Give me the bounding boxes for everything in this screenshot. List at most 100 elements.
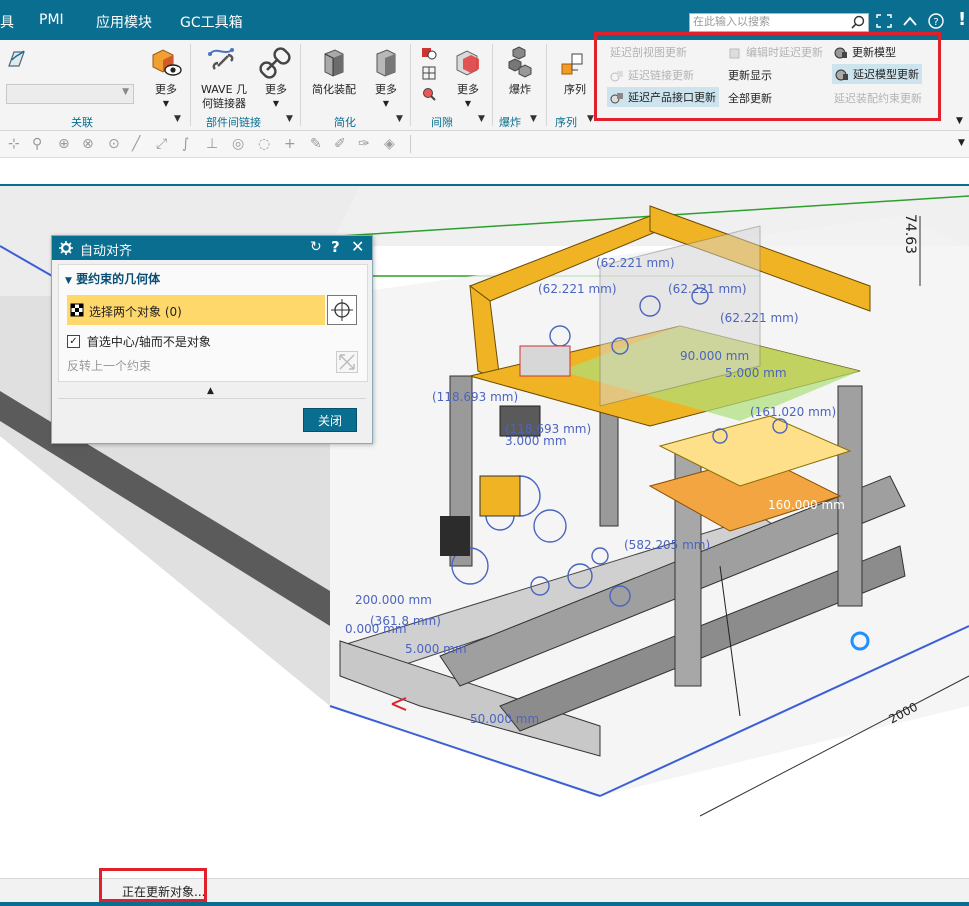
clearance-search-icon[interactable] [421, 87, 437, 101]
dialog-title: 自动对齐 [80, 244, 133, 259]
snap-circle-icon[interactable]: ◌ [258, 136, 270, 152]
group-expand-icon[interactable]: ▼ [174, 114, 181, 124]
section-title: 要约束的几何体 [76, 272, 161, 286]
dimension-label: (582.205 mm) [624, 538, 711, 552]
close-icon[interactable]: ✕ [351, 237, 364, 256]
snap-tag-icon[interactable]: ✐ [334, 136, 346, 152]
gear-icon[interactable] [59, 241, 73, 255]
snap-center-icon[interactable]: ⊕ [58, 136, 70, 152]
menu-tab-tools[interactable]: 具 [0, 12, 14, 32]
menu-tab-pmi[interactable]: PMI [39, 12, 64, 28]
chevron-down-icon[interactable]: ▼ [958, 138, 965, 148]
snap-pen-icon[interactable]: ✎ [310, 136, 322, 152]
dimension-label: (62.221 mm) [596, 256, 675, 270]
crosshair-select-button[interactable] [327, 295, 357, 325]
more-label: 更多 [265, 83, 287, 96]
bottom-bar [0, 902, 969, 906]
snap-point-icon[interactable]: ⊹ [8, 136, 20, 152]
geometry-section: ▼ 要约束的几何体 选择两个对象 (0) ✓ 首选中心/轴而不是对象 反转上一个… [58, 264, 368, 382]
chevron-down-icon[interactable]: ▼ [956, 116, 963, 126]
menu-tab-applications[interactable]: 应用模块 [96, 12, 152, 32]
help-icon[interactable]: ? [331, 238, 340, 256]
group-separator [410, 44, 411, 126]
dimension-label: 5.000 mm [725, 366, 787, 380]
dimension-label: 0.000 mm [345, 622, 407, 636]
sequence-icon [561, 53, 583, 75]
snap-line-icon[interactable]: ╱ [132, 136, 140, 152]
search-icon[interactable] [851, 15, 865, 29]
more-label: 更多 [375, 83, 397, 96]
select-objects-row[interactable]: 选择两个对象 (0) [67, 295, 325, 325]
chevron-down-icon: ▼ [122, 87, 129, 97]
simplify-assembly-button[interactable]: 简化装配 [308, 46, 360, 97]
snap-perpendicular-icon[interactable]: ⊥ [206, 136, 218, 152]
snap-quadrant-icon[interactable]: ⊗ [82, 136, 94, 152]
snap-curve-icon[interactable]: ∫ [182, 136, 189, 152]
snap-endpoint-icon[interactable]: ⊙ [108, 136, 120, 152]
prefer-center-checkbox-row[interactable]: ✓ 首选中心/轴而不是对象 [67, 333, 211, 350]
checkbox-label: 首选中心/轴而不是对象 [86, 335, 211, 349]
snap-face-icon[interactable]: ✑ [358, 136, 370, 152]
dimension-label: 74.63 [902, 214, 918, 255]
reverse-last-constraint-label: 反转上一个约束 [67, 359, 152, 373]
group-expand-icon[interactable]: ▼ [530, 114, 537, 124]
annotation-highlight-box [594, 32, 941, 121]
clearance-check-icon[interactable] [421, 46, 437, 60]
dimension-label: 3.000 mm [505, 434, 567, 448]
wave-link-icon [208, 48, 234, 70]
more-button-relate[interactable]: 更多 ▼ [146, 46, 186, 111]
chevron-down-icon: ▼ [382, 99, 390, 108]
search-input[interactable] [690, 14, 846, 29]
expand-more-icon[interactable]: ▲ [207, 386, 214, 396]
checkbox[interactable]: ✓ [67, 335, 80, 348]
reverse-constraint-button[interactable] [336, 351, 358, 373]
reset-icon[interactable]: ↻ [310, 239, 322, 255]
close-button[interactable]: 关闭 [303, 408, 357, 432]
snap-link-icon[interactable]: ⚲ [32, 136, 42, 152]
dimension-label: (161.020 mm) [750, 405, 837, 419]
group-expand-icon[interactable]: ▼ [396, 114, 403, 124]
collapse-triangle-icon: ▼ [65, 276, 72, 286]
group-label-sequence: 序列 [555, 116, 577, 129]
snap-tangent-icon[interactable]: ⤢ [156, 136, 167, 152]
group-label-relate: 关联 [71, 116, 93, 129]
filter-dropdown[interactable]: ▼ [6, 84, 134, 104]
more-button-interpart[interactable]: 更多 ▼ [258, 46, 294, 111]
snap-cross-icon[interactable]: + [284, 136, 296, 152]
sequence-button[interactable]: 序列 [556, 46, 594, 97]
section-header[interactable]: ▼ 要约束的几何体 [65, 270, 160, 287]
dimension-label: (62.221 mm) [668, 282, 747, 296]
group-separator [300, 44, 301, 126]
more-button-clearance[interactable]: 更多 ▼ [450, 46, 486, 111]
wave-label-2: 何链接器 [202, 97, 246, 110]
wave-linker-button[interactable]: WAVE 几 何链接器 [196, 44, 252, 111]
explode-button[interactable]: 爆炸 [500, 46, 540, 97]
group-expand-icon[interactable]: ▼ [587, 114, 594, 124]
dimension-label: 160.000 mm [768, 498, 845, 512]
dimension-label: (62.221 mm) [538, 282, 617, 296]
alert-icon[interactable]: ! [958, 9, 966, 30]
dimension-label: (118.693 mm) [432, 390, 519, 404]
group-label-simplify: 简化 [334, 116, 356, 129]
help-icon[interactable]: ? [928, 13, 944, 29]
snap-view-icon[interactable]: ◈ [384, 136, 395, 152]
snap-arc-icon[interactable]: ◎ [232, 136, 244, 152]
reverse-arrows-icon [339, 354, 355, 370]
show-hide-cube-icon [152, 49, 182, 76]
collapse-ribbon-icon[interactable] [902, 15, 918, 27]
toolbar-separator [410, 135, 411, 153]
svg-text:?: ? [933, 17, 938, 28]
more-label: 更多 [155, 83, 177, 96]
command-search[interactable] [689, 13, 869, 32]
dialog-title-bar: 自动对齐 ↻ ? ✕ [52, 236, 372, 260]
clearance-grid-icon[interactable] [421, 66, 437, 80]
more-button-simplify[interactable]: 更多 ▼ [368, 46, 404, 111]
menu-tab-gc-toolbox[interactable]: GC工具箱 [180, 12, 243, 32]
fullscreen-icon[interactable] [876, 14, 892, 28]
group-expand-icon[interactable]: ▼ [478, 114, 485, 124]
more-label: 更多 [457, 83, 479, 96]
dimension-label: 90.000 mm [680, 349, 750, 363]
relate-icon[interactable] [6, 48, 28, 70]
group-expand-icon[interactable]: ▼ [286, 114, 293, 124]
snap-toolbar: ⊹ ⚲ ⊕ ⊗ ⊙ ╱ ⤢ ∫ ⊥ ◎ ◌ + ✎ ✐ ✑ ◈ ▼ [0, 131, 969, 158]
